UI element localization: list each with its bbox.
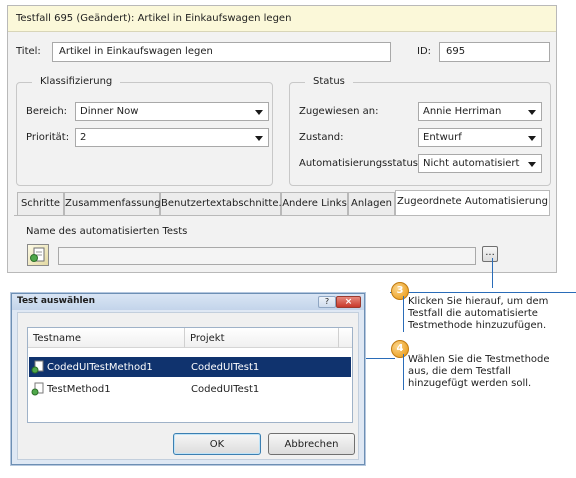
table-row[interactable]: CodedUITestMethod1 CodedUITest1	[29, 357, 351, 377]
chevron-down-icon	[255, 136, 263, 141]
callout-3-text: Klicken Sie hierauf, um dem Testfall die…	[403, 296, 548, 332]
select-test-dialog: Test auswählen ? × Testname Projekt Code…	[11, 293, 365, 465]
dialog-title: Test auswählen	[12, 294, 364, 310]
assigned-to-dropdown[interactable]: Annie Herriman	[418, 102, 542, 121]
tab-summary[interactable]: Zusammenfassung	[64, 192, 161, 215]
automation-status-dropdown[interactable]: Nicht automatisiert	[418, 154, 542, 173]
callout-3-line-3: Testmethode hinzuzufügen.	[408, 320, 547, 331]
chevron-down-icon	[528, 162, 536, 167]
tab-other-links[interactable]: Andere Links	[281, 192, 348, 215]
callout-3-line-2: Testfall die automatisierte	[408, 308, 538, 319]
dialog-body: Testname Projekt CodedUITestMethod1 Code…	[17, 312, 359, 460]
row-project: CodedUITest1	[191, 384, 260, 395]
callout-4-text: Wählen Sie die Testmethode aus, die dem …	[403, 354, 550, 390]
test-list[interactable]: Testname Projekt CodedUITestMethod1 Code…	[27, 327, 353, 423]
callout-4-line-3: hinzugefügt werden soll.	[408, 378, 532, 389]
tab-user-text-sections[interactable]: Benutzertextabschnitte.	[160, 192, 282, 215]
tab-strip: Schritte Zusammenfassung Benutzertextabs…	[17, 190, 550, 216]
test-method-icon	[31, 360, 45, 374]
chevron-down-icon	[528, 110, 536, 115]
area-dropdown-value: Dinner Now	[80, 106, 139, 117]
status-group: Status Zugewiesen an: Annie Herriman Zus…	[289, 76, 551, 186]
column-header-project[interactable]: Projekt	[185, 328, 339, 348]
automated-test-name-field[interactable]	[58, 247, 476, 265]
assigned-to-label: Zugewiesen an:	[299, 106, 379, 117]
state-dropdown[interactable]: Entwurf	[418, 128, 542, 147]
help-icon[interactable]: ?	[318, 296, 336, 308]
callout-3-pointer-line	[492, 258, 493, 288]
chevron-down-icon	[255, 110, 263, 115]
tab-attachments[interactable]: Anlagen	[348, 192, 395, 215]
row-test-name: TestMethod1	[47, 384, 111, 395]
column-header-filler	[339, 328, 352, 348]
cancel-button[interactable]: Abbrechen	[268, 433, 355, 455]
test-method-icon	[27, 244, 49, 266]
state-value: Entwurf	[423, 132, 462, 143]
callout-4-line-1: Wählen Sie die Testmethode	[408, 354, 550, 365]
title-label: Titel:	[16, 46, 41, 57]
assigned-to-value: Annie Herriman	[423, 106, 502, 117]
tab-associated-automation[interactable]: Zugeordnete Automatisierung	[395, 190, 550, 215]
tab-steps[interactable]: Schritte	[17, 192, 64, 215]
automation-status-label: Automatisierungsstatus:	[299, 158, 422, 169]
area-dropdown[interactable]: Dinner Now	[75, 102, 269, 121]
table-row[interactable]: TestMethod1 CodedUITest1	[29, 379, 351, 399]
ok-button[interactable]: OK	[173, 433, 261, 455]
test-case-header: Testfall 695 (Geändert): Artikel in Eink…	[8, 6, 556, 32]
callout-4-line-2: aus, die dem Testfall	[408, 366, 511, 377]
priority-dropdown[interactable]: 2	[75, 128, 269, 147]
browse-test-button[interactable]: ...	[482, 246, 498, 262]
chevron-down-icon	[528, 136, 536, 141]
id-field[interactable]: 695	[439, 42, 550, 62]
row-project: CodedUITest1	[191, 362, 260, 373]
test-case-window: Testfall 695 (Geändert): Artikel in Eink…	[7, 5, 557, 273]
callout-3-line	[390, 292, 576, 293]
classification-group: Klassifizierung Bereich: Dinner Now Prio…	[16, 76, 273, 186]
close-icon[interactable]: ×	[336, 296, 361, 308]
id-label: ID:	[417, 46, 432, 57]
status-group-title: Status	[305, 76, 353, 87]
classification-group-title: Klassifizierung	[32, 76, 121, 87]
row-test-name: CodedUITestMethod1	[47, 362, 153, 373]
priority-dropdown-value: 2	[80, 132, 87, 143]
area-label: Bereich:	[26, 106, 68, 117]
state-label: Zustand:	[299, 132, 344, 143]
tab-content-panel: Name des automatisierten Tests ...	[14, 215, 550, 270]
priority-label: Priorität:	[26, 132, 70, 143]
test-method-icon	[31, 382, 45, 396]
automation-status-value: Nicht automatisiert	[423, 158, 520, 169]
column-header-testname[interactable]: Testname	[28, 328, 185, 348]
title-input[interactable]: Artikel in Einkaufswagen legen	[52, 42, 391, 62]
automated-test-name-label: Name des automatisierten Tests	[26, 226, 188, 237]
callout-3-line-1: Klicken Sie hierauf, um dem	[408, 296, 549, 307]
